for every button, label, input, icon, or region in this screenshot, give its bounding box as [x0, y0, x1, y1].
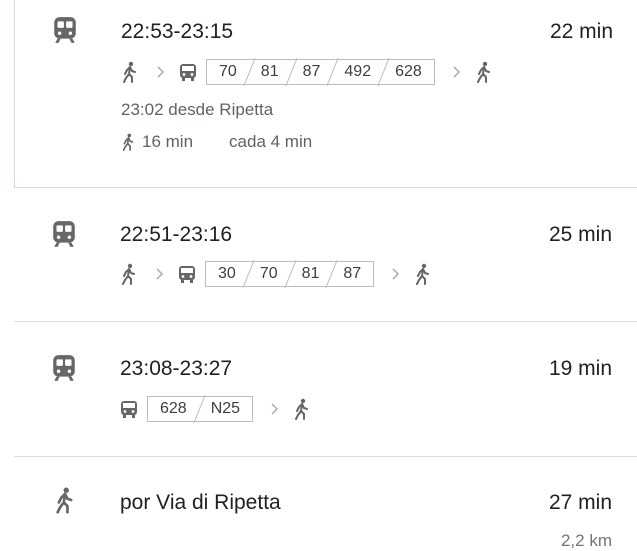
bus-line: 492 — [332, 60, 383, 84]
bus-icon — [178, 265, 196, 283]
route-option-walking[interactable]: por Via di Ripetta 27 min 2,2 km — [14, 457, 637, 551]
bus-icon — [179, 63, 197, 81]
route-duration: 19 min — [548, 357, 612, 380]
bus-line: 628 — [148, 397, 199, 421]
route-steps: 30 70 81 87 — [120, 260, 432, 288]
bus-line: 81 — [249, 60, 291, 84]
bus-line: 87 — [291, 60, 333, 84]
frequency: cada 4 min — [229, 132, 313, 151]
route-duration: 25 min — [548, 223, 612, 246]
bus-line: 87 — [343, 265, 362, 282]
route-times: 22:53-23:15 — [121, 20, 234, 43]
transit-icon — [51, 220, 77, 248]
walk-icon — [293, 398, 311, 420]
walk-icon — [475, 61, 493, 83]
route-distance: 2,2 km — [560, 531, 612, 550]
bus-line: N25 — [210, 400, 241, 417]
route-steps: 628 N25 — [120, 395, 311, 423]
route-times: 22:51-23:16 — [120, 223, 233, 246]
chevron-right-icon — [269, 402, 279, 416]
walk-icon — [414, 263, 432, 285]
walk-icon — [121, 61, 139, 83]
bus-lines: 70 81 87 492 628 — [206, 59, 435, 85]
bus-line: 628 — [395, 63, 422, 80]
bus-line: 81 — [290, 262, 332, 286]
chevron-right-icon — [451, 65, 461, 79]
transit-icon — [51, 354, 77, 382]
walk-time: 16 min — [142, 132, 194, 151]
bus-line: 70 — [248, 262, 290, 286]
bus-line: 30 — [206, 262, 248, 286]
chevron-right-icon — [154, 267, 164, 281]
walk-icon — [54, 485, 76, 515]
walk-summary: 16 min cada 4 min — [121, 132, 312, 152]
bus-icon — [120, 400, 138, 418]
route-option-1[interactable]: 22:53-23:15 22 min 70 81 87 492 628 23:0… — [14, 0, 637, 188]
route-steps: 70 81 87 492 628 — [121, 58, 493, 86]
route-option-2[interactable]: 22:51-23:16 25 min 30 70 81 87 — [14, 188, 637, 322]
route-duration: 27 min — [548, 491, 612, 514]
route-option-3[interactable]: 23:08-23:27 19 min 628 N25 — [14, 322, 637, 457]
bus-lines: 628 N25 — [147, 396, 254, 422]
departure-info: 23:02 desde Ripetta — [121, 100, 274, 119]
bus-lines: 30 70 81 87 — [205, 261, 375, 287]
chevron-right-icon — [390, 267, 400, 281]
route-times: 23:08-23:27 — [120, 357, 233, 380]
walk-icon — [120, 263, 138, 285]
chevron-right-icon — [155, 65, 165, 79]
route-duration: 22 min — [549, 20, 613, 43]
route-description: por Via di Ripetta — [120, 491, 281, 514]
transit-icon — [52, 16, 78, 44]
bus-line: 70 — [207, 60, 249, 84]
walk-icon — [121, 133, 136, 151]
